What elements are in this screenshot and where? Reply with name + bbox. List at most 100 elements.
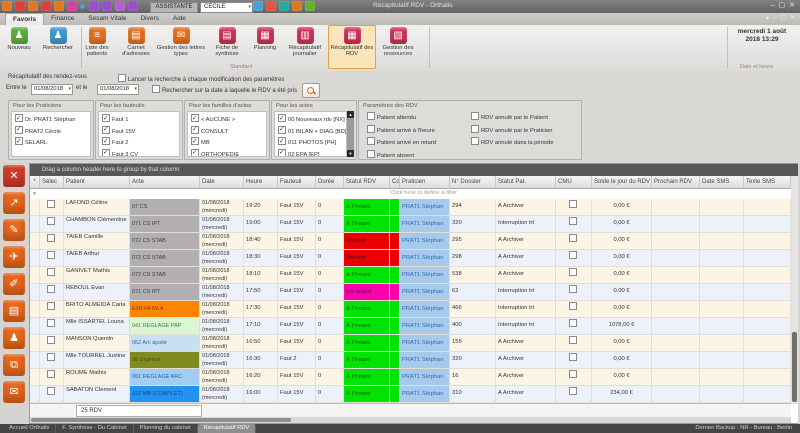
column-header-compl[interactable]: Compl...	[390, 176, 400, 189]
column-header-acte[interactable]: Acte	[130, 176, 200, 189]
print-icon[interactable]: ▤	[3, 300, 25, 322]
ribbon-button-daily-recap[interactable]: ▥Récapitulatif journalier	[282, 25, 328, 69]
column-header-texte_sms[interactable]: Texte SMS	[744, 176, 791, 189]
message-icon[interactable]: ✉	[3, 381, 25, 403]
scroll-down-icon[interactable]: ▼	[347, 150, 354, 157]
patients-icon[interactable]: ♟	[3, 327, 25, 349]
chat-icon[interactable]	[253, 1, 263, 11]
checkbox[interactable]	[471, 112, 479, 120]
param-checkbox-item[interactable]: RDV annulé par le Praticien	[471, 125, 554, 138]
filter-list-item[interactable]: PRAT2 Cécile	[15, 126, 90, 138]
checkbox[interactable]	[102, 126, 110, 134]
row-select-checkbox[interactable]	[47, 302, 55, 310]
ribbon-button-search-patient[interactable]: ♟Rechercher	[38, 25, 78, 69]
copy-icon[interactable]: ⧉	[3, 354, 25, 376]
ribbon-button-address-book[interactable]: ▤Carnet d'adresses	[116, 25, 156, 69]
row-select-checkbox[interactable]	[47, 285, 55, 293]
ribbon-button-rdv-recap[interactable]: ▦Récapitulatif des RDV	[328, 25, 376, 69]
checkbox[interactable]	[15, 137, 23, 145]
column-header-dossier[interactable]: N° Dossier	[450, 176, 496, 189]
close-icon[interactable]: ✕	[3, 165, 25, 187]
child-maximize-button[interactable]: ▢	[780, 13, 786, 24]
row-select-checkbox[interactable]	[47, 387, 55, 395]
checkbox[interactable]	[191, 137, 199, 145]
search-button[interactable]	[302, 83, 320, 98]
filter-list-item[interactable]: SELARL	[15, 137, 90, 149]
edit-icon[interactable]: ✎	[3, 219, 25, 241]
row-select-checkbox[interactable]	[47, 234, 55, 242]
checkbox[interactable]	[367, 137, 375, 145]
hscroll-thumb[interactable]	[31, 418, 291, 422]
tag-icon[interactable]	[67, 1, 77, 11]
filter-list-item[interactable]: 02 EPA [EP]	[278, 149, 346, 158]
filter-list-item[interactable]: Dr. PRAT1 Stéphan	[15, 114, 90, 126]
checkbox[interactable]	[191, 114, 199, 122]
launch-search-checkbox[interactable]: Lancer la recherche à chaque modificatio…	[118, 74, 284, 83]
cmu-checkbox[interactable]	[569, 234, 577, 242]
child-restore-button[interactable]: ▴	[766, 13, 769, 24]
taskbar-tab-accueil-orthalis[interactable]: Accueil Orthalis	[3, 424, 56, 433]
cmu-checkbox[interactable]	[569, 370, 577, 378]
taskbar-tab-r-capitulatif-rdv[interactable]: Récapitulatif RDV	[198, 424, 257, 433]
send-icon[interactable]	[279, 1, 289, 11]
checkbox[interactable]	[278, 149, 286, 157]
param-checkbox-item[interactable]: Patient attendu	[367, 112, 436, 125]
checkbox[interactable]	[278, 126, 286, 134]
column-header-prochain[interactable]: Prochain RDV	[652, 176, 700, 189]
column-header-heure[interactable]: Heure	[244, 176, 278, 189]
taskbar-tab-f-synth-se-du-cabinet[interactable]: F. Synthèse - Du Cabinet	[56, 424, 133, 433]
scroll-up-icon[interactable]: ▲	[347, 111, 354, 118]
checkbox[interactable]	[191, 149, 199, 157]
ribbon-button-new-patient[interactable]: ♟Nouveau	[0, 25, 38, 69]
checkbox[interactable]	[102, 149, 110, 157]
export-icon[interactable]: ↗	[3, 192, 25, 214]
row-select-checkbox[interactable]	[47, 251, 55, 259]
patient-icon[interactable]	[2, 1, 12, 11]
group-by-bar[interactable]: Drag a column header here to group by th…	[30, 164, 798, 176]
cmu-checkbox[interactable]	[569, 336, 577, 344]
send-icon[interactable]: ✈	[3, 246, 25, 268]
search-on-booked-date-checkbox[interactable]: Rechercher sur la date à laquelle le RDV…	[152, 85, 297, 94]
filter-list-item[interactable]: MB	[191, 137, 266, 149]
column-header-cmu[interactable]: CMU	[556, 176, 592, 189]
checkbox[interactable]	[278, 114, 286, 122]
tab-divers[interactable]: Divers	[133, 13, 165, 25]
child-minimize-button[interactable]: –	[773, 13, 776, 24]
checkbox[interactable]	[102, 114, 110, 122]
ribbon-button-patient-list[interactable]: ≡Liste des patients	[78, 25, 116, 69]
vertical-scrollbar[interactable]	[791, 176, 798, 404]
checkbox[interactable]	[102, 137, 110, 145]
filter-list-item[interactable]: < AUCUNE >	[191, 114, 266, 126]
filter-list-item[interactable]: 01 BILAN + DIAG [BD]	[278, 126, 346, 138]
column-header-date[interactable]: Date	[200, 176, 244, 189]
date-from-input[interactable]: 01/08/2018 ▾	[31, 84, 73, 95]
row-select-checkbox[interactable]	[47, 268, 55, 276]
cmu-checkbox[interactable]	[569, 217, 577, 225]
checkbox[interactable]	[15, 114, 23, 122]
checkbox[interactable]	[367, 112, 375, 120]
param-checkbox-item[interactable]: Patient arrivé à l'heure	[367, 125, 436, 138]
group-scrollbar[interactable]: ▲▼	[347, 111, 354, 157]
tab-finance[interactable]: Finance	[44, 13, 81, 25]
maximize-button[interactable]: ▢	[779, 1, 786, 11]
param-checkbox-item[interactable]: RDV annulé par le Patient	[471, 112, 554, 125]
column-header-duree[interactable]: Durée	[316, 176, 344, 189]
row-select-checkbox[interactable]	[47, 353, 55, 361]
column-header-patient[interactable]: Patient	[64, 176, 130, 189]
checkbox[interactable]	[152, 85, 160, 93]
column-header-date_sms[interactable]: Date SMS	[700, 176, 744, 189]
cmu-checkbox[interactable]	[569, 200, 577, 208]
checkbox[interactable]	[367, 125, 375, 133]
board-icon[interactable]	[305, 1, 315, 11]
photo-icon[interactable]	[89, 1, 99, 11]
assistante-combo[interactable]: CECILE ▾	[200, 2, 253, 13]
filter-list-item[interactable]: Faut 1	[102, 114, 179, 126]
cmu-checkbox[interactable]	[569, 319, 577, 327]
checkbox[interactable]	[471, 137, 479, 145]
film-icon[interactable]	[128, 1, 138, 11]
column-header-statut_pat[interactable]: Statut Pat.	[496, 176, 556, 189]
filter-list-item[interactable]: Faut 2	[102, 137, 179, 149]
row-select-checkbox[interactable]	[47, 336, 55, 344]
column-header-ind[interactable]: *	[30, 176, 40, 189]
checkbox[interactable]	[471, 125, 479, 133]
